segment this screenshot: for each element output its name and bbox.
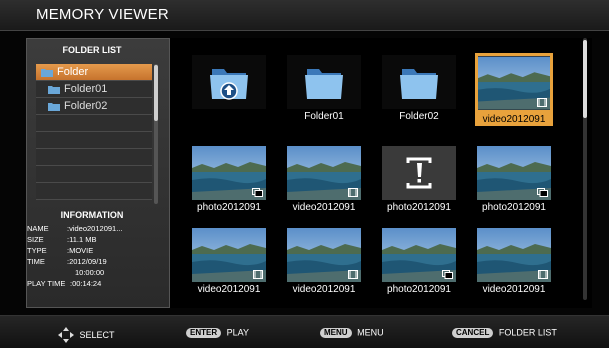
bottom-hint-bar: SELECT ENTER PLAY MENU MENU CANCEL FOLDE… (0, 315, 609, 348)
tile-thumbnail (287, 228, 361, 282)
folder-list: Folder Folder01 Folder02 (36, 64, 152, 200)
folder-scrollbar-thumb[interactable] (154, 65, 158, 121)
folder-panel: FOLDER LIST Folder Folder01 Folder02 INF… (26, 38, 170, 308)
info-label: NAME (27, 224, 49, 233)
error-file-icon (382, 146, 456, 200)
tile-thumbnail (477, 146, 551, 200)
tile-thumbnail (382, 228, 456, 282)
hint-label: FOLDER LIST (498, 327, 557, 338)
folder-item-empty (36, 166, 152, 183)
folder-item-empty (36, 183, 152, 200)
main-area: FOLDER LIST Folder Folder01 Folder02 INF… (26, 38, 592, 308)
grid-tile-up-folder[interactable] (190, 53, 268, 113)
tile-thumbnail (477, 228, 551, 282)
tile-label: photo2012091 (387, 284, 451, 295)
info-value: :2012/09/19 (67, 257, 107, 266)
info-value: :00:14:24 (70, 279, 102, 288)
info-label: TYPE (27, 246, 47, 255)
folder-item-empty (36, 149, 152, 166)
tile-label: video2012091 (292, 284, 356, 295)
info-value: 10:00:00 (75, 268, 105, 277)
folder-item-root[interactable]: Folder (36, 64, 152, 81)
tile-thumbnail (478, 56, 550, 110)
grid-tile-folder[interactable]: Folder01 (285, 53, 363, 122)
folder-icon (382, 55, 456, 109)
photo-icon (252, 188, 263, 197)
grid-tile-video[interactable]: video2012091 (475, 226, 553, 295)
grid-tile-photo[interactable]: photo2012091 (190, 144, 268, 213)
photo-icon (537, 188, 548, 197)
tile-label: Folder01 (304, 111, 344, 122)
folder-item-folder02[interactable]: Folder02 (36, 98, 152, 115)
folder-icon (48, 86, 60, 94)
info-label: TIME (27, 257, 45, 266)
tile-label: Folder02 (399, 111, 439, 122)
film-icon (537, 98, 547, 107)
grid-tile-folder[interactable]: Folder02 (380, 53, 458, 122)
info-value: :MOVIE (67, 246, 94, 255)
grid-tile-video[interactable]: video2012091 (285, 144, 363, 213)
hint-label: MENU (357, 327, 384, 338)
tile-label: photo2012091 (197, 202, 261, 213)
tile-thumbnail (382, 146, 456, 200)
tile-thumbnail (192, 228, 266, 282)
enter-key-badge: ENTER (186, 327, 222, 338)
folder-item-folder01[interactable]: Folder01 (36, 81, 152, 98)
grid-tile-video[interactable]: video2012091 (285, 226, 363, 295)
tile-label: video2012091 (292, 202, 356, 213)
info-label: PLAY TIME (27, 279, 66, 288)
folder-item-label: Folder01 (64, 83, 108, 95)
tile-thumbnail (382, 55, 456, 109)
app-title: MEMORY VIEWER (36, 6, 169, 23)
folder-item-empty (36, 132, 152, 149)
grid-tile-video[interactable]: video2012091 (190, 226, 268, 295)
hint-select: SELECT (58, 327, 115, 343)
tile-label: video2012091 (197, 284, 261, 295)
folder-icon (48, 103, 60, 111)
tile-thumbnail (192, 146, 266, 200)
film-icon (253, 270, 263, 279)
dpad-icon (58, 327, 74, 343)
hint-folder-list: CANCEL FOLDER LIST (452, 327, 557, 338)
grid-scrollbar-thumb[interactable] (583, 40, 587, 118)
tile-label: photo2012091 (387, 202, 451, 213)
grid-tile-video[interactable]: video2012091 (475, 53, 553, 126)
tile-thumbnail (192, 55, 266, 109)
tile-label: video2012091 (482, 284, 546, 295)
grid-tile-photo[interactable]: photo2012091 (475, 144, 553, 213)
grid-tile-photo[interactable]: photo2012091 (380, 226, 458, 295)
parent-folder-icon (192, 55, 266, 109)
tile-label: photo2012091 (482, 202, 546, 213)
photo-icon (442, 270, 453, 279)
film-icon (538, 270, 548, 279)
cancel-key-badge: CANCEL (452, 327, 494, 338)
info-value: :video2012091... (67, 224, 123, 233)
film-icon (348, 188, 358, 197)
hint-label: SELECT (79, 330, 115, 340)
film-icon (348, 270, 358, 279)
info-label: SIZE (27, 235, 44, 244)
title-bar: MEMORY VIEWER (0, 0, 609, 31)
folder-item-label: Folder (57, 66, 89, 78)
hint-menu: MENU MENU (320, 327, 384, 338)
tile-label: video2012091 (475, 113, 553, 126)
folder-icon (41, 69, 53, 77)
hint-play: ENTER PLAY (186, 327, 249, 338)
info-value: :11.1 MB (67, 235, 97, 244)
grid-tile-error[interactable]: photo2012091 (380, 144, 458, 213)
folder-icon (287, 55, 361, 109)
folder-list-header: FOLDER LIST (62, 45, 122, 55)
hint-label: PLAY (226, 327, 249, 338)
tile-thumbnail (287, 146, 361, 200)
memory-viewer-screen: MEMORY VIEWER FOLDER LIST Folder Folder0… (0, 0, 609, 348)
folder-item-empty (36, 115, 152, 132)
information-header: INFORMATION (60, 210, 124, 220)
menu-key-badge: MENU (320, 327, 352, 338)
folder-item-label: Folder02 (64, 100, 108, 112)
tile-thumbnail (287, 55, 361, 109)
